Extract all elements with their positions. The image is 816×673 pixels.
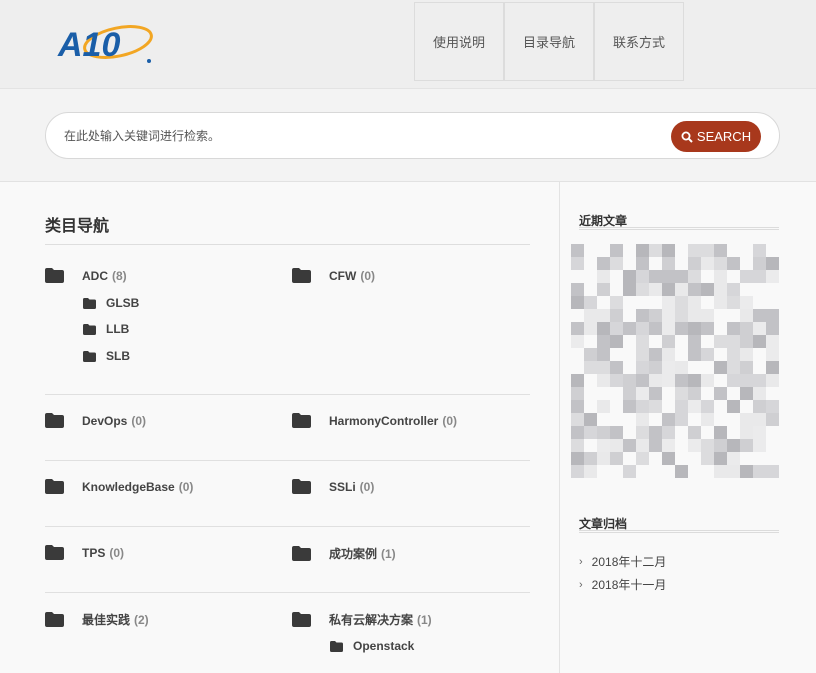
category-name: 成功案例 <box>329 547 378 561</box>
divider <box>45 394 530 395</box>
redacted-recent-posts <box>571 244 779 482</box>
divider <box>45 592 530 593</box>
category-name: 最佳实践 <box>82 613 131 627</box>
top-nav: 使用说明 目录导航 联系方式 <box>414 2 684 81</box>
folder-icon <box>292 413 311 428</box>
subcategory-name: SLB <box>106 349 130 363</box>
divider <box>579 227 779 230</box>
category-count: (2) <box>134 612 149 627</box>
category-name: 私有云解决方案 <box>329 613 414 627</box>
archive-item[interactable]: › 2018年十一月 <box>579 576 666 593</box>
folder-icon <box>292 546 311 561</box>
archive-label: 2018年十一月 <box>591 578 667 592</box>
subcategory-name: LLB <box>106 322 130 336</box>
category-count: (0) <box>442 413 458 428</box>
subcategory-slb[interactable]: SLB <box>83 349 130 363</box>
category-name: DevOps <box>82 413 128 428</box>
folder-icon <box>330 640 343 652</box>
divider <box>45 460 530 461</box>
category-count: (0) <box>359 479 375 494</box>
subcategory-name: GLSB <box>106 296 140 310</box>
subcategory-glsb[interactable]: GLSB <box>83 296 139 310</box>
category-tps[interactable]: TPS (0) <box>45 545 124 560</box>
a10-logo[interactable]: A10 <box>56 18 156 66</box>
category-devops[interactable]: DevOps (0) <box>45 413 146 428</box>
category-title: 类目导航 <box>45 218 110 235</box>
folder-icon <box>83 297 96 309</box>
subcategory-name: Openstack <box>353 639 415 653</box>
search-button-label: SEARCH <box>696 129 752 144</box>
divider <box>579 530 779 533</box>
site-header: A10 使用说明 目录导航 联系方式 <box>0 0 816 89</box>
category-count: (1) <box>417 612 432 627</box>
category-ssli[interactable]: SSLi (0) <box>292 479 374 494</box>
category-best-practices[interactable]: 最佳实践 (2) <box>45 611 149 628</box>
category-count: (1) <box>381 546 396 561</box>
archive-item[interactable]: › 2018年十二月 <box>579 553 666 570</box>
category-name: CFW <box>329 268 357 283</box>
folder-icon <box>292 479 311 494</box>
folder-icon <box>83 350 96 362</box>
sidebar: 近期文章 文章归档 › 2018年十二月 › 2018年十一月 <box>559 182 816 673</box>
folder-icon <box>45 612 64 627</box>
category-count: (0) <box>131 413 147 428</box>
folder-icon <box>292 268 311 283</box>
category-cfw[interactable]: CFW (0) <box>292 268 375 283</box>
folder-icon <box>83 323 96 335</box>
chevron-right-icon: › <box>579 555 583 568</box>
category-name: ADC <box>82 268 108 283</box>
folder-icon <box>45 479 64 494</box>
category-name: HarmonyController <box>329 413 439 428</box>
archive-label: 2018年十二月 <box>591 555 667 569</box>
category-count: (0) <box>360 268 375 283</box>
folder-icon <box>45 545 64 560</box>
category-count: (0) <box>109 545 125 560</box>
category-name: SSLi <box>329 479 356 494</box>
category-harmonycontroller[interactable]: HarmonyController (0) <box>292 413 457 428</box>
logo-text: A10 <box>57 26 120 64</box>
chevron-right-icon: › <box>579 578 583 591</box>
category-name: KnowledgeBase <box>82 479 175 494</box>
category-adc[interactable]: ADC (8) <box>45 268 127 283</box>
nav-item-directory[interactable]: 目录导航 <box>504 2 594 81</box>
subcategory-openstack[interactable]: Openstack <box>330 639 414 653</box>
nav-item-usage[interactable]: 使用说明 <box>414 2 504 81</box>
category-count: (8) <box>112 268 127 283</box>
nav-item-contact[interactable]: 联系方式 <box>594 2 684 81</box>
category-private-cloud[interactable]: 私有云解决方案 (1) <box>292 611 432 628</box>
search-icon <box>681 131 693 143</box>
category-success-cases[interactable]: 成功案例 (1) <box>292 545 396 562</box>
folder-icon <box>292 612 311 627</box>
search-input[interactable] <box>64 126 644 146</box>
divider <box>45 526 530 527</box>
subcategory-llb[interactable]: LLB <box>83 322 129 336</box>
divider <box>45 244 530 245</box>
folder-icon <box>45 413 64 428</box>
category-count: (0) <box>178 479 194 494</box>
search-band: SEARCH <box>0 89 816 182</box>
category-knowledgebase[interactable]: KnowledgeBase (0) <box>45 479 193 494</box>
search-box: SEARCH <box>45 112 780 159</box>
folder-icon <box>45 268 64 283</box>
search-button[interactable]: SEARCH <box>671 121 761 152</box>
category-name: TPS <box>82 545 106 560</box>
category-section: 类目导航 ADC (8) GLSB LLB SLB CFW (0) DevOps… <box>0 182 559 673</box>
